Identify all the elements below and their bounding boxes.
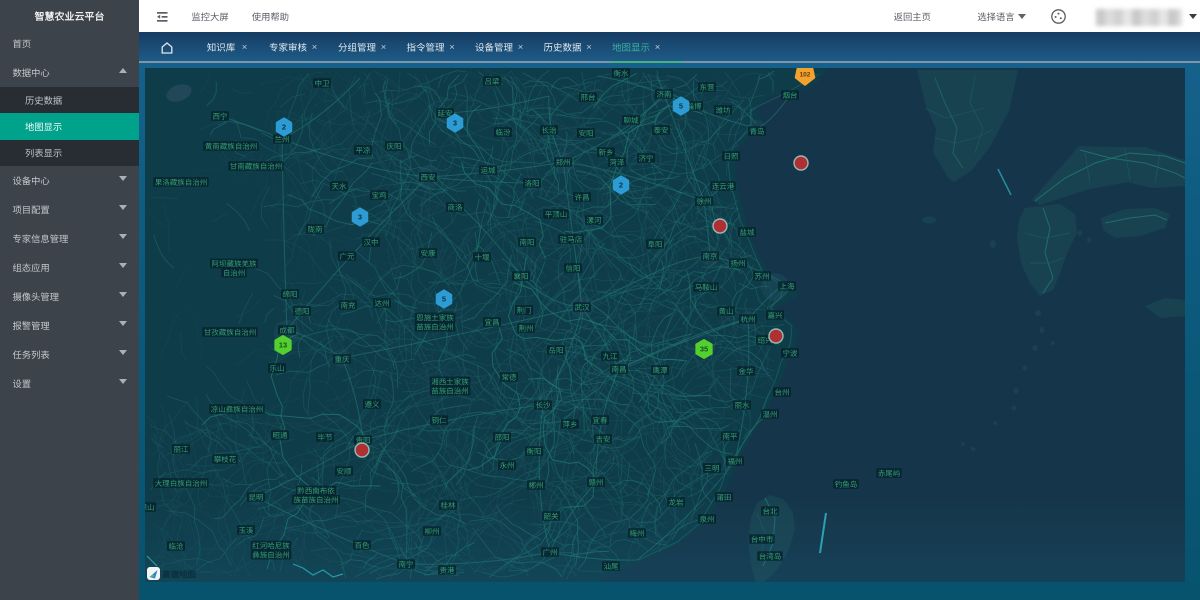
svg-text:×: ×	[242, 42, 248, 53]
svg-text:×: ×	[381, 42, 387, 53]
svg-text:×: ×	[449, 42, 455, 53]
svg-text:×: ×	[655, 42, 661, 53]
svg-text:13: 13	[279, 341, 287, 350]
svg-text:×: ×	[518, 42, 524, 53]
svg-text:35: 35	[700, 345, 708, 354]
svg-text:3: 3	[358, 213, 362, 222]
svg-text:2: 2	[619, 181, 623, 190]
svg-text:3: 3	[453, 119, 457, 128]
svg-text:2: 2	[282, 123, 286, 132]
svg-text:5: 5	[679, 102, 683, 111]
svg-text:5: 5	[442, 295, 446, 304]
svg-text:102: 102	[800, 72, 811, 79]
svg-text:×: ×	[586, 42, 592, 53]
svg-text:×: ×	[312, 42, 318, 53]
